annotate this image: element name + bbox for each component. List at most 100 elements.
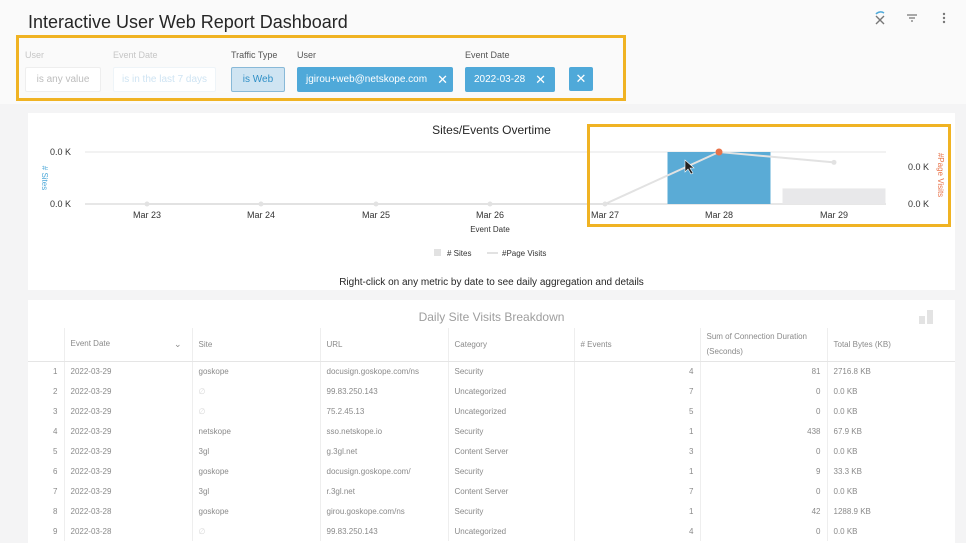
table-row[interactable]: 9 2022-03-28 ∅ 99.83.250.143 Uncategorized 4 0… xyxy=(28,521,955,541)
column-header-event-date[interactable]: Event Date ⌄ xyxy=(64,328,193,362)
cell-site: 3gl xyxy=(192,481,321,501)
close-icon: ✕ xyxy=(575,71,587,86)
cell-total-bytes: 0.0 KB xyxy=(833,486,858,496)
cell-total-bytes: 0.0 KB xyxy=(833,406,858,416)
cell-duration: 42 xyxy=(700,501,828,521)
column-header-url[interactable]: URL xyxy=(320,328,449,362)
cell-category: Security xyxy=(448,461,575,481)
remove-chip-icon[interactable]: ✕ xyxy=(437,72,448,88)
cell-category: Uncategorized xyxy=(448,401,575,421)
chevron-down-icon[interactable]: ⌄ xyxy=(174,339,182,350)
cell-url: docusign.goskope.com/ xyxy=(320,461,449,481)
table-row[interactable]: 7 2022-03-29 3gl r.3gl.net Content Server 7 0 0… xyxy=(28,481,955,501)
cell-total-bytes: 0.0 KB xyxy=(833,446,858,456)
cell-url: r.3gl.net xyxy=(320,481,449,501)
cell-site: 3gl xyxy=(192,441,321,461)
table-row[interactable]: 1 2022-03-29 goskope docusign.goskope.com/n… xyxy=(28,361,955,381)
cell-events: 1 xyxy=(574,461,701,481)
filter-label: Event Date xyxy=(465,50,510,60)
table-row[interactable]: 3 2022-03-29 ∅ 75.2.45.13 Uncategorized 5 0 0.0… xyxy=(28,401,955,421)
filter-user-chip[interactable]: jgirou+web@netskope.com ✕ xyxy=(297,67,453,92)
cell-events: 5 xyxy=(574,401,701,421)
cell-site: goskope xyxy=(192,461,321,481)
cell-events: 7 xyxy=(574,481,701,501)
column-header-site[interactable]: Site xyxy=(192,328,321,362)
bar-sites xyxy=(782,188,886,204)
legend-label-page-visits: #Page Visits xyxy=(502,249,546,258)
filter-event-date-chip[interactable]: 2022-03-28 ✕ xyxy=(465,67,555,92)
cell-event-date: 2022-03-29 xyxy=(64,381,193,401)
cell-total-bytes: 2716.8 KB xyxy=(833,366,871,376)
filter-user-any: User is any value xyxy=(25,50,101,92)
loading-close-icon[interactable] xyxy=(872,10,888,30)
left-tick-label: 0.0 K xyxy=(50,147,71,157)
cell-events: 7 xyxy=(574,381,701,401)
column-header-events[interactable]: # Events xyxy=(574,328,701,362)
filter-user: User jgirou+web@netskope.com ✕ xyxy=(297,50,453,92)
filter-traffic-type-input[interactable]: is Web xyxy=(231,67,285,92)
cell-site: netskope xyxy=(192,421,321,441)
table-row[interactable]: 4 2022-03-29 netskope sso.netskope.io Securi… xyxy=(28,421,955,441)
x-tick-label: Mar 23 xyxy=(133,210,161,220)
y-axis-title-right: #Page Visits xyxy=(936,153,945,197)
table-body: 1 2022-03-29 goskope docusign.goskope.com/n… xyxy=(28,361,955,541)
cell-category: Uncategorized xyxy=(448,521,575,541)
filter-icon[interactable] xyxy=(904,10,920,30)
point-page-visits xyxy=(373,201,379,207)
row-index: 1 xyxy=(28,361,65,381)
cell-event-date: 2022-03-29 xyxy=(64,421,193,441)
filter-user-value: jgirou+web@netskope.com xyxy=(306,74,428,85)
cell-duration: 438 xyxy=(700,421,828,441)
row-index: 5 xyxy=(28,441,65,461)
column-header-total-bytes[interactable]: Total Bytes (KB) xyxy=(827,328,955,362)
cell-duration: 0 xyxy=(700,441,828,461)
x-axis-title: Event Date xyxy=(470,225,510,234)
cell-url: 75.2.45.13 xyxy=(320,401,449,421)
cell-total-bytes: 33.3 KB xyxy=(833,466,862,476)
filter-date-range-input[interactable]: is in the last 7 days xyxy=(113,67,216,92)
table-row[interactable]: 5 2022-03-29 3gl g.3gl.net Content Server 3 0 0… xyxy=(28,441,955,461)
point-page-visits xyxy=(144,201,150,207)
cell-url: docusign.goskope.com/ns xyxy=(320,361,449,381)
x-tick-label: Mar 26 xyxy=(476,210,504,220)
cell-event-date: 2022-03-28 xyxy=(64,521,193,541)
cell-events: 4 xyxy=(574,521,701,541)
cell-events: 1 xyxy=(574,421,701,441)
legend-swatch-sites xyxy=(434,249,441,256)
legend-label-sites: # Sites xyxy=(447,249,471,258)
table-row[interactable]: 8 2022-03-28 goskope girou.goskope.com/ns Se… xyxy=(28,501,955,521)
filter-date-range: Event Date is in the last 7 days xyxy=(113,50,216,92)
sites-events-chart[interactable]: 0.0 K0.0 K0.0 K0.0 K# Sites #Page VisitsM… xyxy=(28,113,955,290)
cell-site: goskope xyxy=(192,501,321,521)
cell-total-bytes: 0.0 KB xyxy=(833,386,858,396)
column-header-duration[interactable]: Sum of Connection Duration (Seconds) xyxy=(700,328,828,362)
filter-label: Event Date xyxy=(113,50,158,60)
cell-duration: 0 xyxy=(700,481,828,501)
right-tick-label: 0.0 K xyxy=(908,162,929,172)
filter-user-any-input[interactable]: is any value xyxy=(25,67,101,92)
table-title: Daily Site Visits Breakdown xyxy=(418,310,565,324)
cell-duration: 9 xyxy=(700,461,828,481)
more-vert-icon[interactable] xyxy=(936,10,952,30)
cell-category: Uncategorized xyxy=(448,381,575,401)
point-page-visits xyxy=(831,159,837,165)
column-header-category[interactable]: Category xyxy=(448,328,575,362)
filter-event-date: Event Date 2022-03-28 ✕ xyxy=(465,50,555,92)
remove-chip-icon[interactable]: ✕ xyxy=(535,72,546,88)
cell-duration: 81 xyxy=(700,361,828,381)
clear-filters-button[interactable]: ✕ xyxy=(569,67,593,91)
daily-site-visits-card: Daily Site Visits Breakdown Event Date ⌄ … xyxy=(28,300,955,543)
cell-category: Security xyxy=(448,501,575,521)
cell-category: Content Server xyxy=(448,441,575,461)
row-index: 2 xyxy=(28,381,65,401)
chart-hint: Right-click on any metric by date to see… xyxy=(339,277,644,288)
x-tick-label: Mar 25 xyxy=(362,210,390,220)
table-row[interactable]: 6 2022-03-29 goskope docusign.goskope.com/S… xyxy=(28,461,955,481)
cell-event-date: 2022-03-29 xyxy=(64,481,193,501)
table-row[interactable]: 2 2022-03-29 ∅ 99.83.250.143 Uncategorized 7 0… xyxy=(28,381,955,401)
cell-site: ∅ xyxy=(192,401,321,421)
point-page-visits xyxy=(258,201,264,207)
site-visits-table: Event Date ⌄ Site URL Category # Events S… xyxy=(28,328,955,541)
bar-chart-icon[interactable] xyxy=(919,310,935,324)
cell-event-date: 2022-03-28 xyxy=(64,501,193,521)
